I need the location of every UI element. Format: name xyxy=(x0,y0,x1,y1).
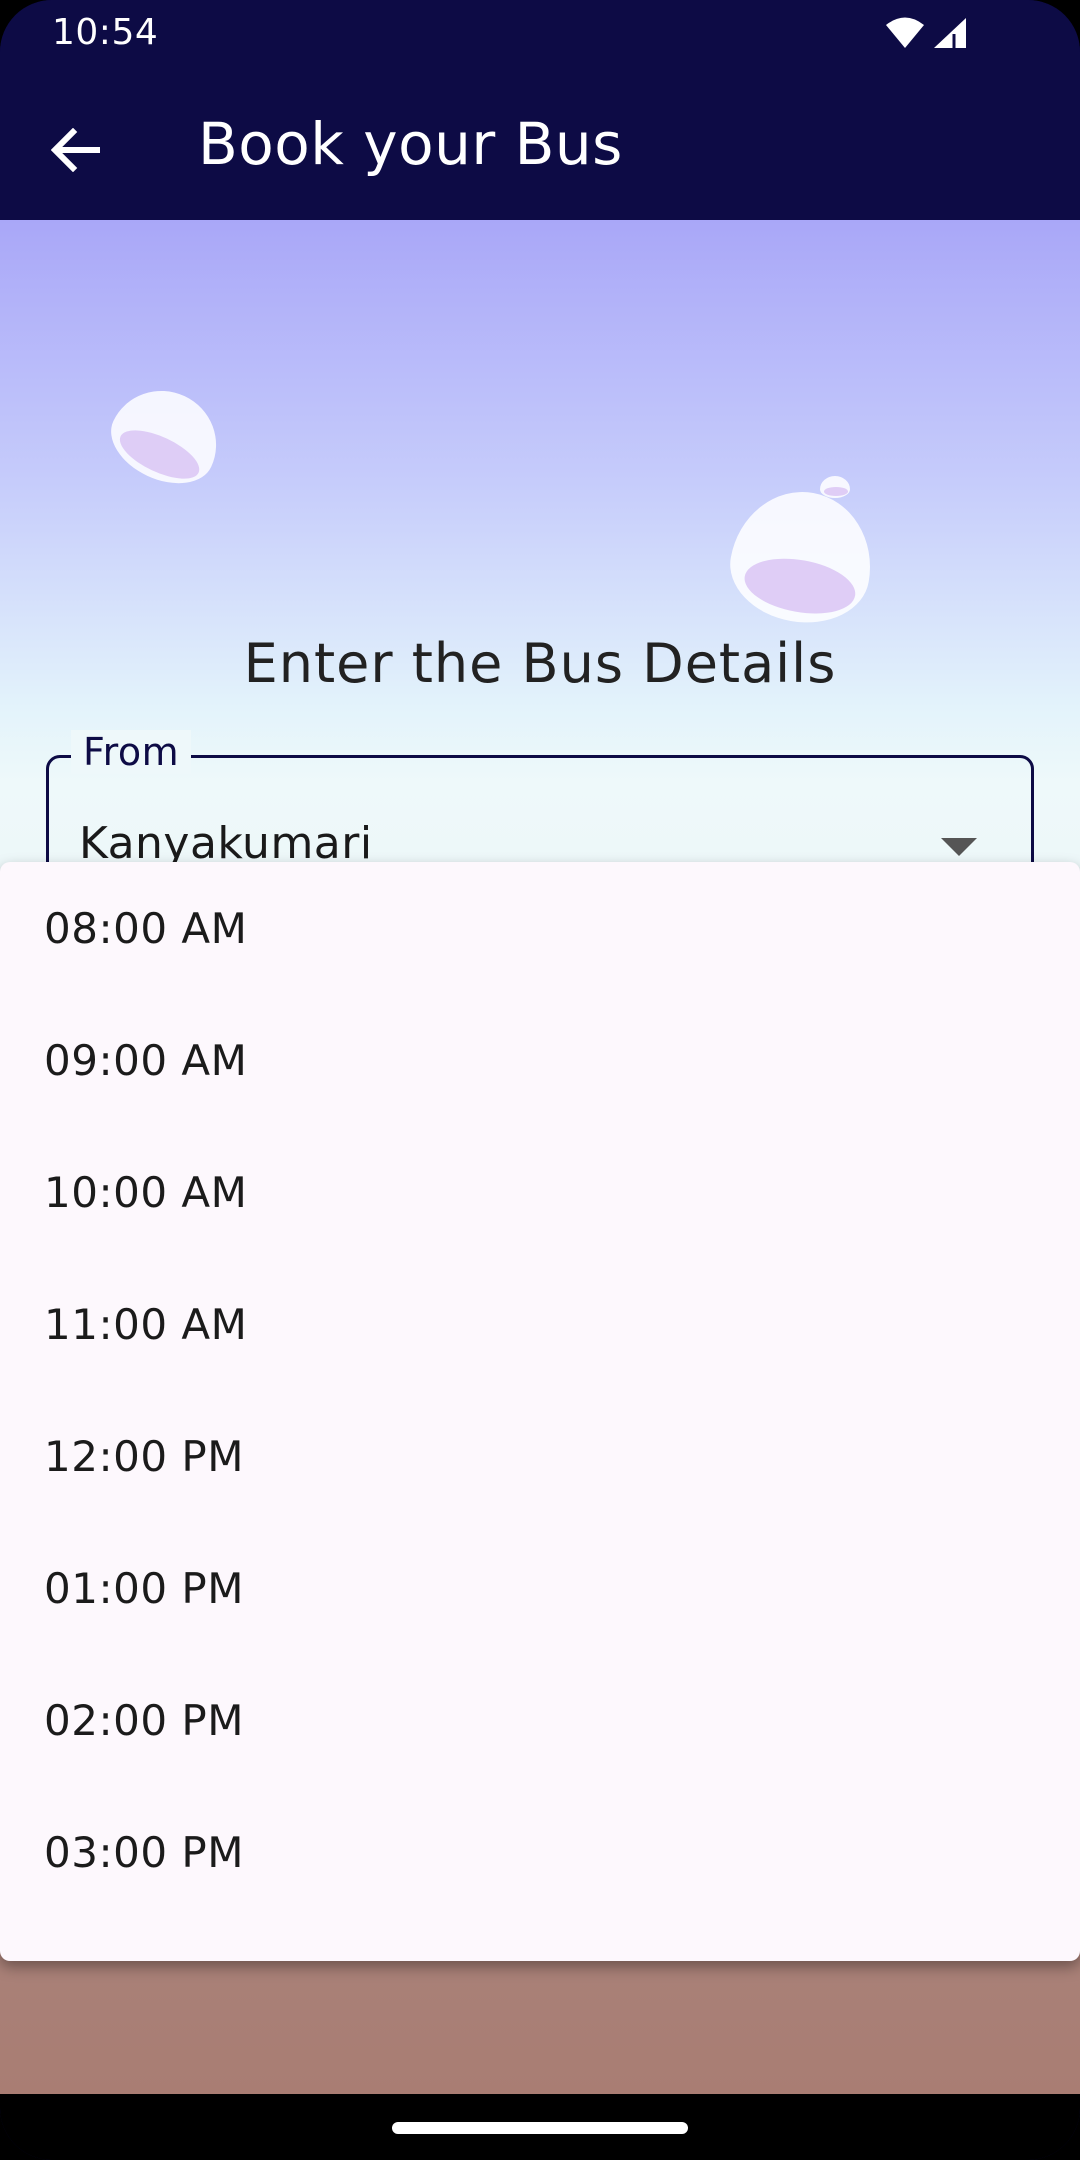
from-field-label: From xyxy=(71,730,192,774)
menu-option-0800am[interactable]: 08:00 AM xyxy=(0,862,1080,994)
menu-option-1000am[interactable]: 10:00 AM xyxy=(0,1126,1080,1258)
background-decoration xyxy=(98,373,234,499)
arrow-left-icon xyxy=(51,128,100,172)
menu-option-0900am[interactable]: 09:00 AM xyxy=(0,994,1080,1126)
back-button[interactable] xyxy=(38,112,114,188)
menu-option-1200pm[interactable]: 12:00 PM xyxy=(0,1390,1080,1522)
status-bar: 10:54 xyxy=(0,0,1080,70)
background-decoration xyxy=(721,480,883,634)
home-gesture-handle[interactable] xyxy=(392,2122,688,2134)
time-dropdown-menu: 08:00 AM 09:00 AM 10:00 AM 11:00 AM 12:0… xyxy=(0,862,1080,1961)
status-icons xyxy=(884,16,968,50)
dropdown-arrow-icon[interactable] xyxy=(941,838,977,856)
menu-option-0300pm[interactable]: 03:00 PM xyxy=(0,1786,1080,1918)
menu-option-1100am[interactable]: 11:00 AM xyxy=(0,1258,1080,1390)
status-time: 10:54 xyxy=(52,12,159,53)
app-bar: Book your Bus xyxy=(0,70,1080,220)
signal-icon xyxy=(934,18,966,48)
wifi-icon xyxy=(886,17,924,48)
form-heading: Enter the Bus Details xyxy=(243,632,837,695)
menu-option-0100pm[interactable]: 01:00 PM xyxy=(0,1522,1080,1654)
navigation-bar xyxy=(0,2094,1080,2160)
menu-option-0200pm[interactable]: 02:00 PM xyxy=(0,1654,1080,1786)
page-title: Book your Bus xyxy=(198,110,623,178)
background-decoration xyxy=(820,476,850,498)
phone-screen: 10:54 Book your Bus Enter the Bus Detail… xyxy=(0,0,1080,2160)
